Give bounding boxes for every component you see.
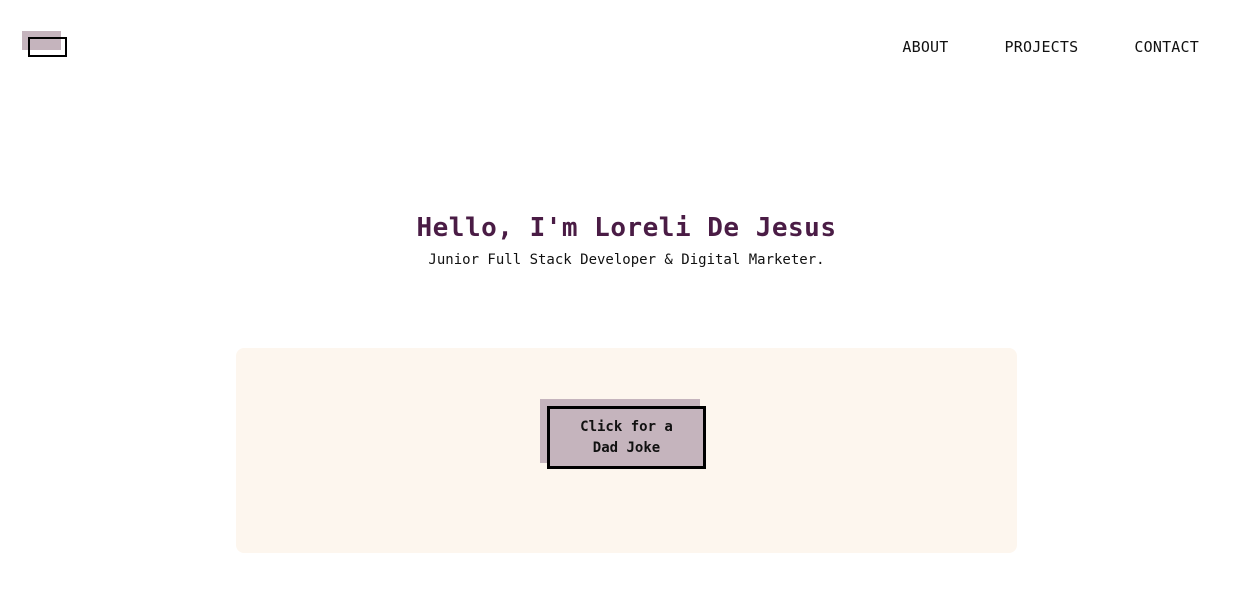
logo[interactable] xyxy=(22,31,68,58)
hero-subtitle: Junior Full Stack Developer & Digital Ma… xyxy=(428,252,825,268)
hero-section: Hello, I'm Loreli De Jesus Junior Full S… xyxy=(0,210,1253,270)
nav-link-about[interactable]: ABOUT xyxy=(902,36,948,58)
dad-joke-button[interactable]: Click for a Dad Joke xyxy=(547,406,706,469)
dad-joke-card: Click for a Dad Joke xyxy=(236,348,1017,553)
nav-link-projects[interactable]: PROJECTS xyxy=(1005,36,1079,58)
main-nav: ABOUT PROJECTS CONTACT xyxy=(902,36,1199,58)
logo-icon xyxy=(28,37,67,57)
hero-title: Hello, I'm Loreli De Jesus xyxy=(416,213,837,243)
nav-link-contact[interactable]: CONTACT xyxy=(1134,36,1199,58)
page: ABOUT PROJECTS CONTACT Hello, I'm Loreli… xyxy=(0,0,1253,593)
dad-joke-button-wrapper: Click for a Dad Joke xyxy=(540,399,706,469)
